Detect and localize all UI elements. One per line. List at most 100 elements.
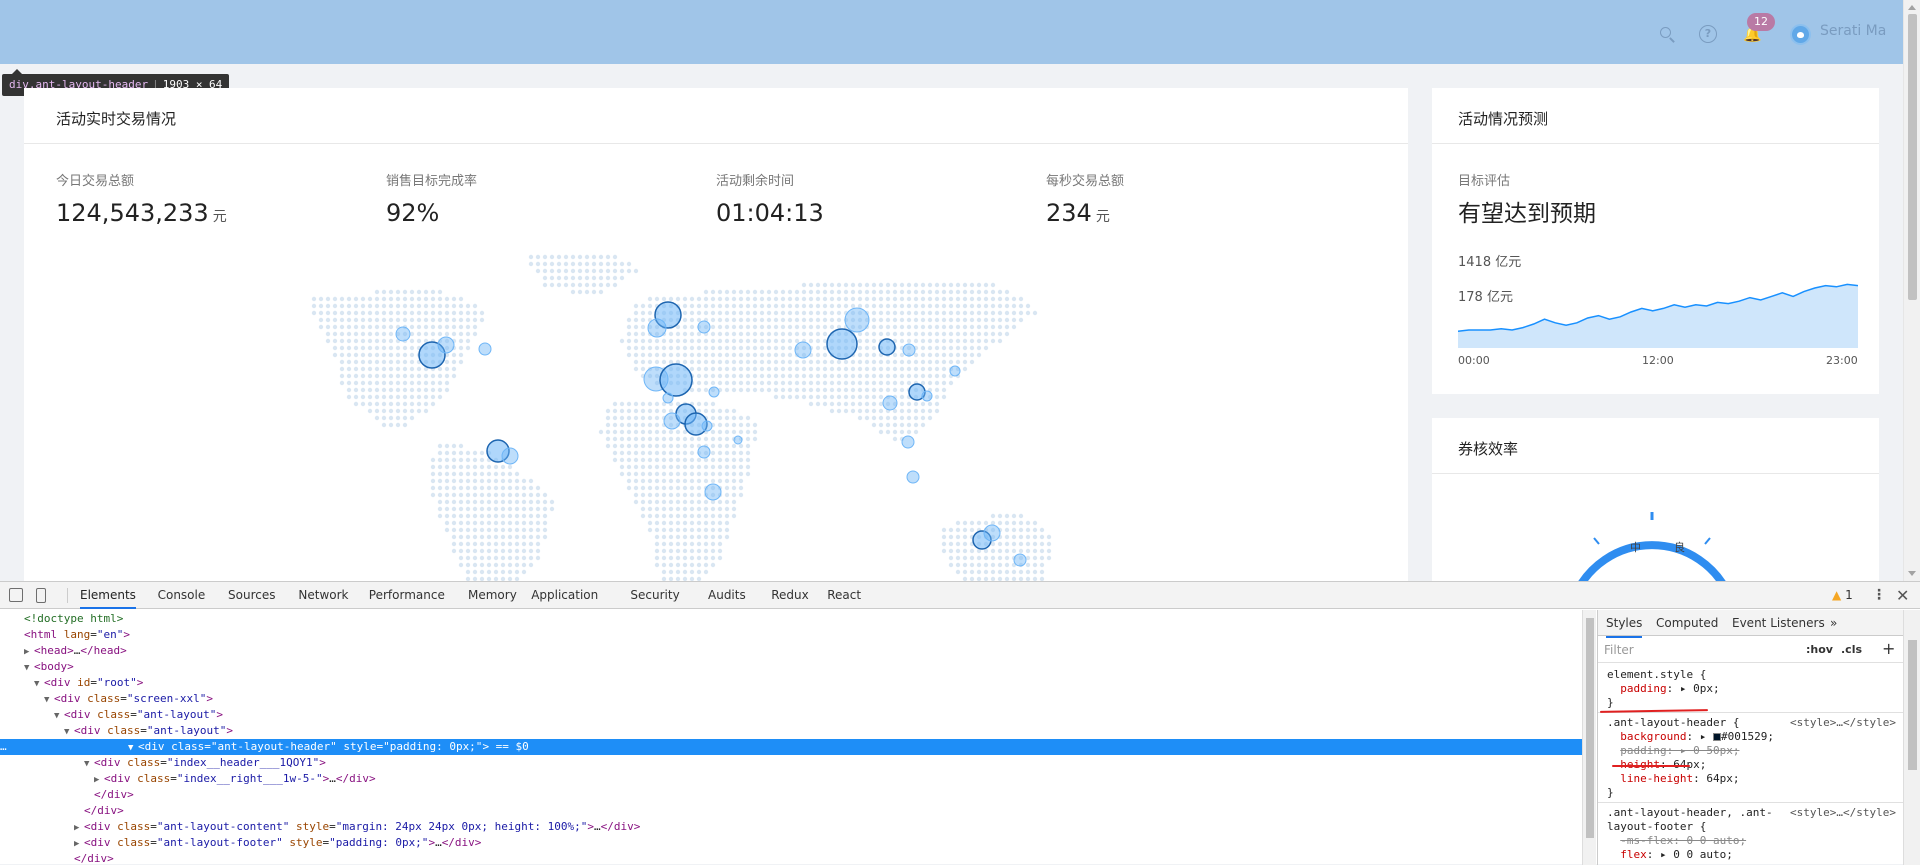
devtools-tab-sources[interactable]: Sources	[228, 582, 275, 609]
dom-node-line[interactable]: ▼ <div id="root">	[0, 675, 1582, 691]
devtools-tab-application[interactable]: Application	[531, 582, 598, 609]
devtools-tab-redux[interactable]: Redux	[771, 582, 809, 609]
dom-node-line[interactable]: ▼ <div class="screen-xxl">	[0, 691, 1582, 707]
cls-toggle[interactable]: .cls	[1841, 643, 1862, 656]
stat-value: 92%	[386, 199, 440, 227]
css-line[interactable]: padding: ▸ 0px;	[1598, 682, 1903, 696]
styles-scrollbar[interactable]	[1903, 610, 1920, 865]
divider	[1432, 143, 1879, 144]
css-line[interactable]: padding: ▸ 0 50px;	[1598, 744, 1903, 758]
dom-node-line[interactable]: </div>	[0, 803, 1582, 819]
devtools-tab-react[interactable]: React	[827, 582, 861, 609]
devtools-tab-memory[interactable]: Memory	[468, 582, 517, 609]
stat-value: 01:04:13	[716, 199, 824, 227]
hov-toggle[interactable]: :hov	[1806, 643, 1833, 656]
search-icon[interactable]	[1658, 25, 1676, 43]
card-title: 券核效率	[1458, 440, 1519, 458]
dom-node-line[interactable]: <!doctype html>	[0, 611, 1582, 627]
gauge-label: 中	[1630, 541, 1641, 554]
scroll-thumb[interactable]	[1908, 14, 1917, 300]
devtools-toolbar: Elements Console Sources Network Performance…	[0, 582, 1920, 609]
forecast-area-chart	[1458, 283, 1858, 348]
x-tick-label: 12:00	[1642, 354, 1674, 367]
css-line[interactable]: .ant-layout-header, .ant- <style>…</style…	[1598, 806, 1903, 820]
more-tabs-icon[interactable]: »	[1830, 610, 1837, 636]
avatar[interactable]	[1790, 24, 1811, 45]
more-options-icon[interactable]: ⋮	[1872, 582, 1886, 609]
forecast-label-top: 1418 亿元	[1458, 255, 1522, 270]
tab-event-listeners[interactable]: Event Listeners	[1732, 610, 1825, 636]
efficiency-card: 券核效率 中 良 差 优	[1432, 418, 1879, 581]
devtools-tab-audits[interactable]: Audits	[708, 582, 746, 609]
devtools-tab-elements[interactable]: Elements	[80, 582, 136, 609]
dom-tree-scrollbar[interactable]	[1582, 610, 1596, 865]
stat-label: 活动剩余时间	[716, 174, 795, 189]
forecast-card: 活动情况预测 目标评估 有望达到预期 1418 亿元 178 亿元 00:00 …	[1432, 88, 1879, 394]
tab-styles[interactable]: Styles	[1606, 610, 1643, 638]
elements-dom-tree[interactable]: <!doctype html> <html lang="en"> ▶ <head>…<…	[0, 610, 1582, 865]
scroll-thumb[interactable]	[1586, 618, 1594, 838]
gauge-chart: 中 良 差 优	[1578, 512, 1726, 581]
dom-node-line[interactable]: ▼ <div class="ant-layout">	[0, 707, 1582, 723]
stat-unit: 元	[1095, 209, 1110, 225]
dom-node-line[interactable]: </div>	[0, 851, 1582, 865]
css-line[interactable]: flex: ▸ 0 0 auto;	[1598, 848, 1903, 862]
dom-node-line[interactable]: ▶ <div class="ant-layout-footer" style="p…	[0, 835, 1582, 851]
stat-label: 今日交易总额	[56, 174, 135, 189]
page-viewport: ? 🔔 12 Serati Ma div.ant-layout-header | 1…	[0, 0, 1903, 581]
css-line[interactable]: background: ▸ #001529;	[1598, 730, 1903, 744]
devtools-tab-security[interactable]: Security	[630, 582, 679, 609]
card-title: 活动情况预测	[1458, 110, 1549, 128]
css-line[interactable]: }	[1598, 696, 1903, 710]
inspect-element-icon[interactable]	[9, 588, 23, 602]
css-line[interactable]: }	[1598, 786, 1903, 800]
scroll-up-arrow-icon[interactable]	[1908, 5, 1916, 10]
divider	[24, 143, 1408, 144]
css-rule-divider	[1598, 802, 1903, 803]
close-devtools-icon[interactable]: ✕	[1896, 582, 1909, 609]
card-title: 活动实时交易情况	[56, 110, 177, 128]
stat-remaining-time: 活动剩余时间 01:04:13	[716, 170, 828, 227]
css-line[interactable]: line-height: 64px;	[1598, 772, 1903, 786]
css-line[interactable]: element.style {	[1598, 668, 1903, 682]
app-header: ? 🔔 12 Serati Ma	[0, 0, 1903, 64]
new-style-rule-icon[interactable]: +	[1882, 639, 1895, 658]
dom-node-line[interactable]: … ▼ <div class="ant-layout-header" style="…	[0, 739, 1582, 755]
username[interactable]: Serati Ma	[1820, 23, 1886, 39]
devtools-tab-console[interactable]: Console	[158, 582, 206, 609]
target-label: 目标评估	[1458, 174, 1511, 189]
stat-unit: 元	[212, 209, 227, 225]
dom-node-line[interactable]: ▶ <div class="index__right___1w-5-">…</di…	[0, 771, 1582, 787]
warning-icon: ▲	[1832, 588, 1842, 602]
stat-value: 124,543,233	[56, 199, 209, 227]
tab-computed[interactable]: Computed	[1656, 610, 1718, 636]
notification-badge: 12	[1747, 13, 1775, 31]
dom-node-line[interactable]: <html lang="en">	[0, 627, 1582, 643]
dom-node-line[interactable]: ▼ <div class="ant-layout">	[0, 723, 1582, 739]
dom-node-line[interactable]: </div>	[0, 787, 1582, 803]
dom-node-line[interactable]: ▶ <div class="ant-layout-content" style="…	[0, 819, 1582, 835]
realtime-trade-card: 活动实时交易情况 今日交易总额 124,543,233 元 销售目标完成率 92%…	[24, 88, 1408, 581]
devtools-tab-performance[interactable]: Performance	[369, 582, 445, 609]
scroll-thumb[interactable]	[1908, 640, 1917, 770]
styles-filter-input[interactable]: Filter	[1604, 643, 1634, 657]
devtools-tab-network[interactable]: Network	[298, 582, 348, 609]
device-toolbar-icon[interactable]	[36, 588, 46, 603]
question-circle-icon[interactable]: ?	[1699, 25, 1717, 43]
page-scrollbar[interactable]	[1903, 0, 1920, 581]
css-line[interactable]: -ms-flex: 0 0 auto;	[1598, 834, 1903, 848]
stat-target-rate: 销售目标完成率 92%	[386, 170, 477, 227]
css-line[interactable]: .ant-layout-header {<style>…</style>	[1598, 716, 1903, 730]
warnings-indicator[interactable]: ▲ 1	[1832, 582, 1853, 609]
stat-per-second: 每秒交易总额 234 元	[1046, 170, 1124, 227]
dom-node-line[interactable]: ▼ <div class="index__header___1QOY1">	[0, 755, 1582, 771]
styles-pane: Styles Computed Event Listeners » Filter…	[1597, 610, 1903, 865]
stat-label: 销售目标完成率	[386, 174, 478, 189]
stat-value: 234	[1046, 199, 1092, 227]
css-line[interactable]: layout-footer {	[1598, 820, 1903, 834]
scroll-down-arrow-icon[interactable]	[1908, 571, 1916, 576]
dom-node-line[interactable]: ▼ <body>	[0, 659, 1582, 675]
dom-node-line[interactable]: ▶ <head>…</head>	[0, 643, 1582, 659]
gauge-label: 良	[1674, 540, 1685, 554]
divider	[1432, 473, 1879, 474]
